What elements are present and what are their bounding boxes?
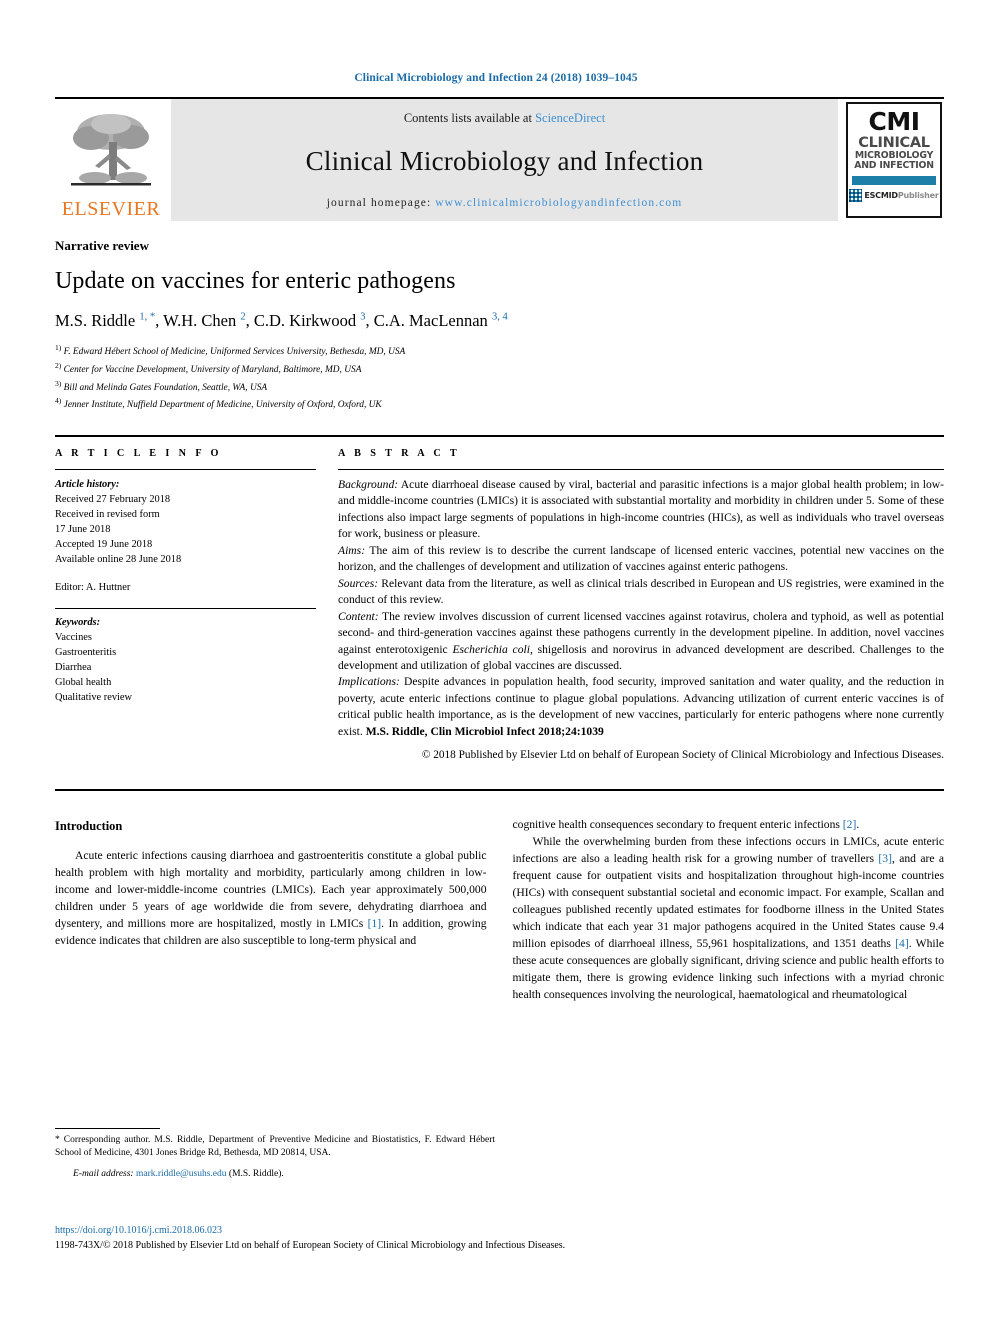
journal-homepage-line: journal homepage: www.clinicalmicrobiolo…: [327, 197, 683, 209]
corresponding-email-line: E-mail address: mark.riddle@usuhs.edu (M…: [55, 1168, 495, 1181]
keywords-rule: [55, 607, 316, 609]
running-head: Clinical Microbiology and Infection 24 (…: [354, 72, 638, 84]
body-column-left: Introduction Acute enteric infections ca…: [55, 817, 487, 1003]
abstract-implications: Implications: Despite advances in popula…: [338, 675, 944, 738]
abstract-content: Content: The review involves discussion …: [338, 609, 944, 672]
escmid-label: ESCMIDPublisher: [864, 190, 939, 200]
journal-title: Clinical Microbiology and Infection: [305, 146, 704, 176]
citation-ref[interactable]: [1]: [368, 917, 382, 930]
author-affiliation-mark: 2: [240, 311, 246, 323]
journal-homepage-link[interactable]: www.clinicalmicrobiologyandinfection.com: [435, 197, 682, 209]
page-footer: https://doi.org/10.1016/j.cmi.2018.06.02…: [55, 1223, 945, 1253]
body-paragraph: cognitive health consequences secondary …: [512, 818, 860, 832]
body-columns: Introduction Acute enteric infections ca…: [55, 789, 944, 1003]
email-owner: (M.S. Riddle).: [228, 1168, 284, 1179]
history-line: Available online 28 June 2018: [55, 554, 182, 566]
sciencedirect-link[interactable]: ScienceDirect: [535, 111, 605, 125]
citation-ref[interactable]: [2]: [843, 818, 857, 831]
abstract-background: Background: Acute diarrhoeal disease cau…: [338, 478, 944, 541]
author-entry: C.D. Kirkwood 3: [253, 311, 366, 330]
abstract-copyright: © 2018 Published by Elsevier Ltd on beha…: [421, 749, 944, 762]
author-entry: M.S. Riddle 1, *: [55, 311, 156, 330]
keyword-item: Diarrhea: [55, 661, 92, 673]
abstract-self-citation: M.S. Riddle, Clin Microbiol Infect 2018;…: [365, 724, 604, 738]
keyword-item: Global health: [55, 676, 112, 688]
article-history-label: Article history:: [55, 479, 120, 490]
affiliation-item: 1) F. Edward Hébert School of Medicine, …: [55, 343, 406, 358]
author-entry: C.A. MacLennan 3, 4: [373, 311, 508, 330]
cmi-acronym: CMI: [868, 107, 920, 136]
info-abstract-region: A R T I C L E I N F O Article history: R…: [55, 435, 944, 763]
journal-masthead: ELSEVIER Contents lists available at Sci…: [55, 97, 944, 221]
author-list: M.S. Riddle 1, *, W.H. Chen 2, C.D. Kirk…: [55, 311, 508, 330]
affiliation-item: 4) Jenner Institute, Nuffield Department…: [55, 396, 382, 411]
article-info-rule: [55, 469, 316, 470]
cmi-and-infection-word: AND INFECTION: [854, 160, 934, 172]
keyword-item: Vaccines: [55, 631, 92, 643]
masthead-center: Contents lists available at ScienceDirec…: [171, 99, 838, 221]
journal-article-page: Clinical Microbiology and Infection 24 (…: [0, 0, 992, 1323]
escmid-mark-icon: [849, 188, 863, 202]
cmi-logo-cell: CMI CLINICAL MICROBIOLOGY AND INFECTION …: [844, 99, 944, 221]
corresponding-author-text: * Corresponding author. M.S. Riddle, Dep…: [55, 1135, 495, 1159]
abstract-rule: [338, 469, 944, 470]
author-entry: W.H. Chen 2: [163, 311, 246, 330]
affiliation-list: 1) F. Edward Hébert School of Medicine, …: [55, 342, 944, 413]
cmi-blue-bar: [852, 175, 936, 185]
email-label: E-mail address:: [73, 1168, 134, 1179]
history-line: Received 27 February 2018: [55, 494, 171, 506]
history-line: Accepted 19 June 2018: [55, 539, 153, 551]
contents-available-line: Contents lists available at ScienceDirec…: [404, 111, 605, 126]
history-line: Received in revised form: [55, 509, 160, 521]
author-affiliation-mark: 3, 4: [491, 311, 508, 323]
article-info-column: A R T I C L E I N F O Article history: R…: [55, 448, 338, 763]
keywords-block: Keywords: Vaccines Gastroenteritis Diarr…: [55, 615, 316, 705]
body-paragraph: Acute enteric infections causing diarrho…: [55, 849, 487, 947]
doi-link[interactable]: https://doi.org/10.1016/j.cmi.2018.06.02…: [55, 1223, 945, 1238]
email-link[interactable]: mark.riddle@usuhs.edu: [136, 1169, 227, 1179]
body-column-right: cognitive health consequences secondary …: [513, 817, 945, 1003]
citation-ref[interactable]: [3]: [878, 852, 892, 865]
cmi-logo: CMI CLINICAL MICROBIOLOGY AND INFECTION …: [846, 102, 942, 218]
author-affiliation-mark: 3: [360, 311, 366, 323]
page-title: Update on vaccines for enteric pathogens: [55, 268, 456, 294]
article-history: Article history: Received 27 February 20…: [55, 477, 316, 567]
abstract-heading: A B S T R A C T: [338, 448, 461, 459]
abstract-sources: Sources: Relevant data from the literatu…: [338, 576, 944, 607]
issn-copyright-line: 1198-743X/© 2018 Published by Elsevier L…: [55, 1240, 566, 1251]
elsevier-wordmark: ELSEVIER: [61, 198, 161, 220]
contents-prefix: Contents lists available at: [403, 111, 536, 125]
affiliation-item: 2) Center for Vaccine Development, Unive…: [55, 360, 362, 375]
title-block: Narrative review Update on vaccines for …: [55, 235, 944, 413]
section-heading-introduction: Introduction: [55, 819, 123, 834]
keyword-item: Gastroenteritis: [55, 646, 117, 658]
elsevier-logo: ELSEVIER: [55, 99, 167, 221]
editor-line: Editor: A. Huttner: [55, 582, 131, 594]
footnote-rule: [55, 1128, 160, 1129]
body-paragraph: While the overwhelming burden from these…: [512, 835, 945, 1001]
elsevier-tree-icon: [65, 106, 157, 198]
article-type-kicker: Narrative review: [55, 238, 149, 253]
abstract-body: Background: Acute diarrhoeal disease cau…: [338, 477, 944, 763]
keyword-item: Qualitative review: [55, 691, 133, 703]
citation-ref[interactable]: [4]: [895, 937, 909, 950]
abstract-column: A B S T R A C T Background: Acute diarrh…: [338, 448, 944, 763]
affiliation-item: 3) Bill and Melinda Gates Foundation, Se…: [55, 378, 268, 393]
corresponding-author-footnote: * Corresponding author. M.S. Riddle, Dep…: [55, 1128, 495, 1181]
keywords-label: Keywords:: [55, 616, 101, 628]
cmi-clinical-word: CLINICAL: [858, 134, 930, 151]
homepage-prefix: journal homepage:: [326, 197, 436, 209]
author-affiliation-mark: 1, *: [139, 311, 156, 323]
article-info-heading: A R T I C L E I N F O: [55, 448, 222, 459]
escmid-lockup: ESCMIDPublisher: [849, 188, 939, 202]
abstract-aims: Aims: The aim of this review is to descr…: [338, 543, 944, 574]
history-line: 17 June 2018: [55, 524, 111, 536]
escmid-publisher-label: Publisher: [897, 190, 939, 200]
